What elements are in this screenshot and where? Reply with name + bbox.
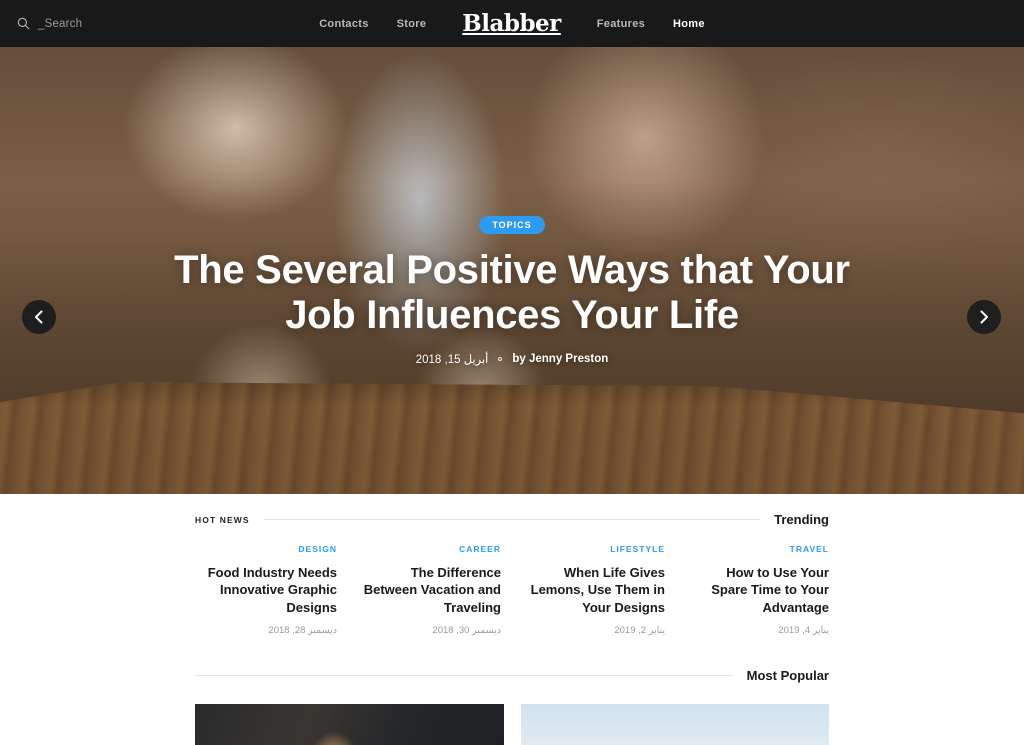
article-card[interactable]: [195, 703, 504, 745]
hot-news-item[interactable]: LIFESTYLE When Life Gives Lemons, Use Th…: [523, 544, 665, 636]
article-thumbnail[interactable]: [195, 703, 504, 745]
nav-center-group: Contacts Store Blabber Features Home: [0, 12, 1024, 35]
chevron-left-icon: [34, 310, 44, 324]
hot-news-item[interactable]: DESIGN Food Industry Needs Innovative Gr…: [195, 544, 337, 636]
article-image-studio: [195, 703, 504, 745]
search-icon: [17, 17, 30, 30]
site-logo[interactable]: Blabber: [440, 12, 583, 35]
hero-author[interactable]: by Jenny Preston: [512, 353, 608, 365]
hero-title-line-1: The Several Positive Ways that Your: [174, 248, 850, 292]
hero-category-badge[interactable]: TOPICS: [479, 216, 545, 234]
article-card[interactable]: [520, 703, 829, 745]
trending-label[interactable]: Trending: [774, 512, 829, 527]
chevron-right-icon: [979, 310, 989, 324]
hot-news-item[interactable]: TRAVEL How to Use Your Spare Time to You…: [687, 544, 829, 636]
nav-item-features[interactable]: Features: [583, 18, 659, 30]
hero-date: أبريل 15, 2018: [415, 353, 489, 366]
hot-news-header: HOT NEWS Trending: [195, 494, 829, 527]
search-input[interactable]: _Search: [38, 18, 82, 30]
hero-title: The Several Positive Ways that Your Job …: [140, 248, 884, 338]
hot-news-title[interactable]: The Difference Between Vacation and Trav…: [359, 564, 501, 616]
hot-news-date: ديسمبر 28, 2018: [268, 624, 337, 636]
slider-next-button[interactable]: [967, 300, 1001, 334]
hero-title-line-2: Job Influences Your Life: [285, 292, 739, 337]
hot-news-title[interactable]: How to Use Your Spare Time to Your Advan…: [687, 564, 829, 616]
hot-news-date: يناير 4, 2019: [778, 624, 829, 636]
slider-prev-button[interactable]: [22, 300, 56, 334]
most-popular-header: Most Popular: [195, 636, 829, 683]
hot-news-title[interactable]: Food Industry Needs Innovative Graphic D…: [195, 564, 337, 616]
most-popular-label[interactable]: Most Popular: [747, 668, 829, 683]
divider-line: [195, 674, 733, 676]
hot-news-category[interactable]: TRAVEL: [687, 544, 829, 554]
search-box[interactable]: _Search: [17, 17, 82, 30]
hot-news-date: يناير 2, 2019: [614, 624, 665, 636]
hot-news-category[interactable]: LIFESTYLE: [523, 544, 665, 554]
hot-news-category[interactable]: DESIGN: [195, 544, 337, 554]
nav-item-home[interactable]: Home: [659, 18, 719, 30]
main-content: HOT NEWS Trending DESIGN Food Industry N…: [0, 494, 1024, 745]
top-navigation-bar: _Search Contacts Store Blabber Features …: [0, 0, 1024, 47]
article-thumbnail[interactable]: [520, 703, 829, 745]
nav-item-contacts[interactable]: Contacts: [305, 18, 382, 30]
hot-news-item[interactable]: CAREER The Difference Between Vacation a…: [359, 544, 501, 636]
meta-separator-dot: [498, 356, 503, 361]
hot-news-grid: DESIGN Food Industry Needs Innovative Gr…: [195, 527, 829, 636]
divider-line: [263, 519, 761, 520]
hot-news-category[interactable]: CAREER: [359, 544, 501, 554]
hero-content: TOPICS The Several Positive Ways that Yo…: [0, 215, 1024, 366]
most-popular-cards: [195, 683, 829, 745]
hot-news-date: ديسمبر 30, 2018: [432, 624, 501, 636]
hot-news-title[interactable]: When Life Gives Lemons, Use Them in Your…: [523, 564, 665, 616]
nav-item-store[interactable]: Store: [383, 18, 441, 30]
hero-meta: أبريل 15, 2018 by Jenny Preston: [140, 352, 884, 366]
article-image-runners: [520, 703, 829, 745]
hot-news-label: HOT NEWS: [195, 514, 250, 525]
hero-slider: TOPICS The Several Positive Ways that Yo…: [0, 47, 1024, 494]
